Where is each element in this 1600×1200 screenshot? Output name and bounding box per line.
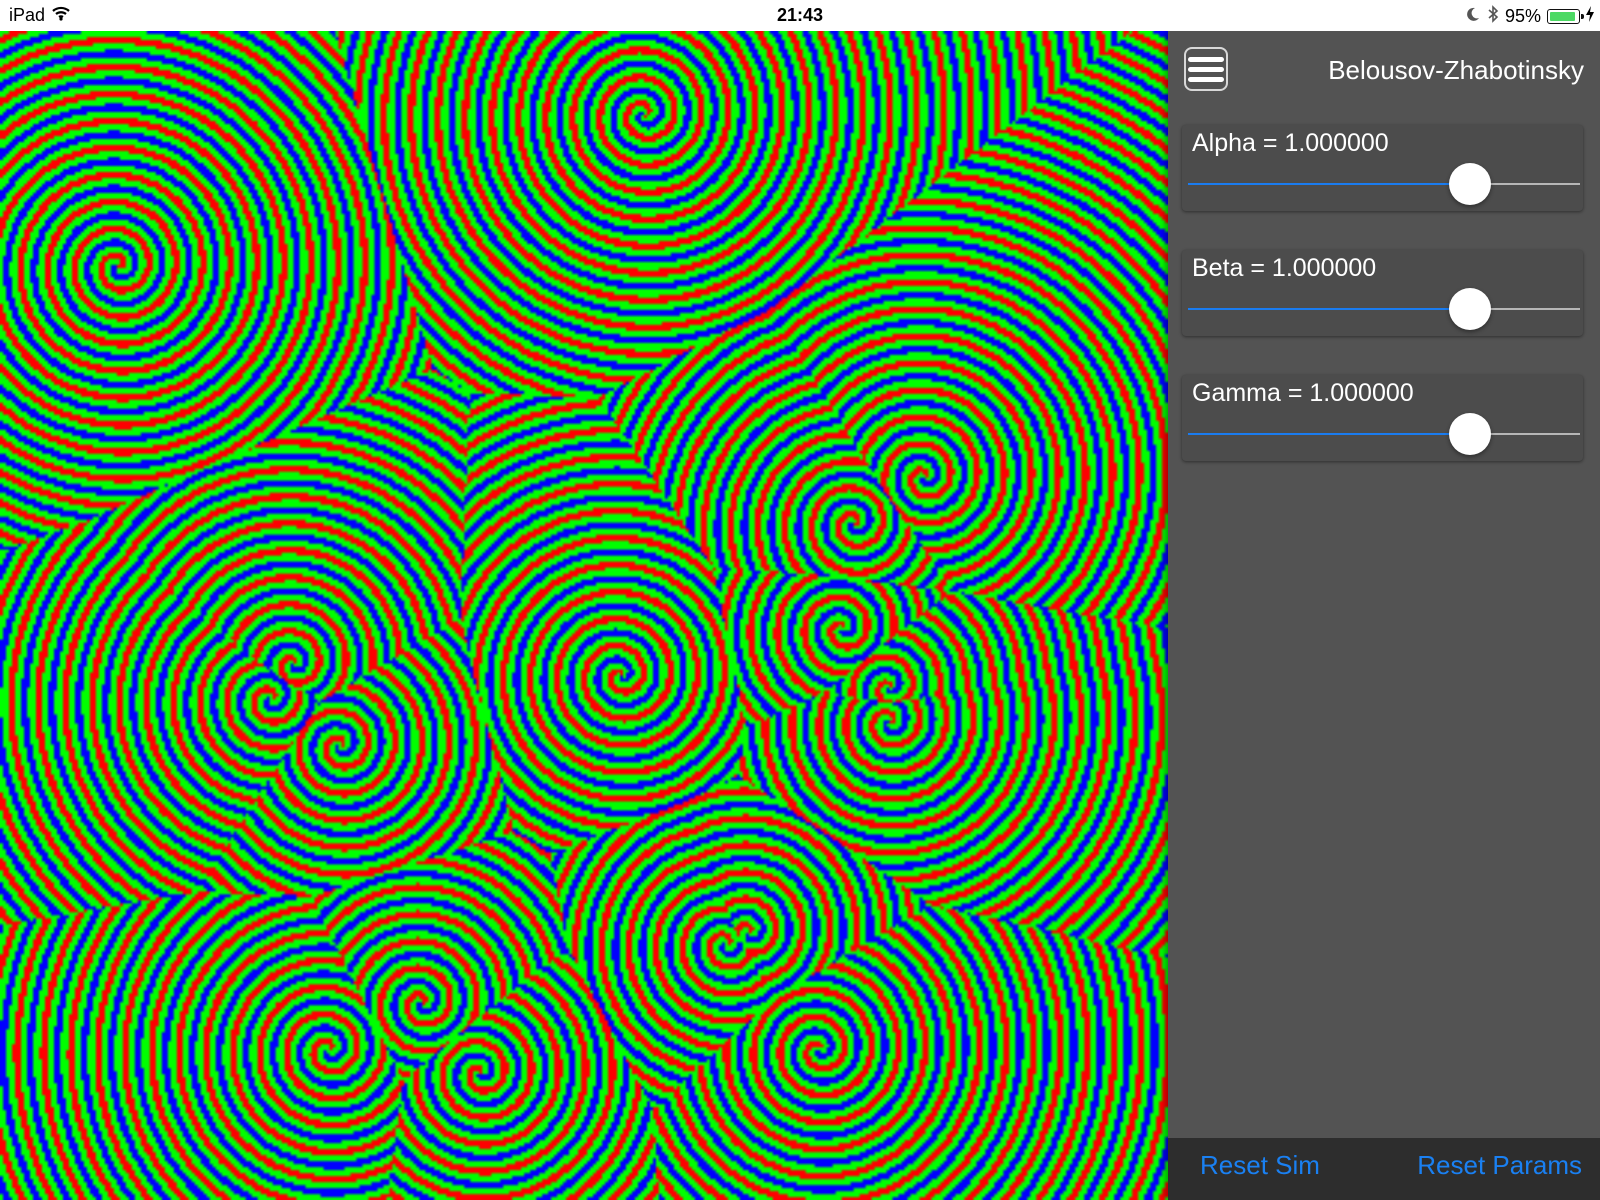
beta-slider[interactable] (1188, 288, 1580, 330)
alpha-slider[interactable] (1188, 163, 1580, 205)
battery-tip (1581, 14, 1584, 19)
hamburger-menu-icon (1188, 76, 1224, 82)
bluetooth-icon (1487, 5, 1499, 28)
simulation-canvas[interactable] (0, 31, 1168, 1200)
reset-sim-button[interactable]: Reset Sim (1200, 1150, 1320, 1181)
param-card-gamma: Gamma = 1.000000 (1182, 375, 1583, 461)
param-card-alpha: Alpha = 1.000000 (1182, 125, 1583, 211)
slider-fill (1188, 183, 1471, 185)
charging-icon (1586, 6, 1594, 27)
reset-params-button[interactable]: Reset Params (1417, 1150, 1582, 1181)
beta-label: Beta = 1.000000 (1192, 254, 1377, 282)
sidebar-title: Belousov-Zhabotinsky (1328, 55, 1584, 85)
hamburger-menu-icon (1188, 66, 1224, 72)
alpha-label: Alpha = 1.000000 (1192, 129, 1389, 157)
screen: iPad 21:43 95% Belousov-Zhabotinsky Alph… (0, 0, 1600, 1200)
hamburger-menu-icon (1188, 56, 1224, 62)
moon-icon (1465, 6, 1481, 27)
status-right: 95% (1465, 5, 1594, 28)
sidebar: Belousov-Zhabotinsky Alpha = 1.000000 Be… (1168, 31, 1600, 1200)
battery-fill (1550, 12, 1575, 21)
status-time: 21:43 (776, 5, 824, 25)
status-bar: iPad 21:43 95% (0, 0, 1600, 31)
slider-thumb[interactable] (1449, 163, 1492, 205)
gamma-slider[interactable] (1188, 413, 1580, 455)
slider-thumb[interactable] (1449, 288, 1492, 330)
bottom-toolbar: Reset Sim Reset Params (1168, 1138, 1600, 1200)
slider-thumb[interactable] (1449, 413, 1492, 455)
menu-button[interactable] (1184, 47, 1228, 91)
battery-icon (1547, 9, 1584, 24)
slider-fill (1188, 433, 1471, 435)
param-card-beta: Beta = 1.000000 (1182, 250, 1583, 336)
slider-fill (1188, 308, 1471, 310)
gamma-label: Gamma = 1.000000 (1192, 379, 1414, 407)
battery-percent: 95% (1504, 6, 1541, 26)
